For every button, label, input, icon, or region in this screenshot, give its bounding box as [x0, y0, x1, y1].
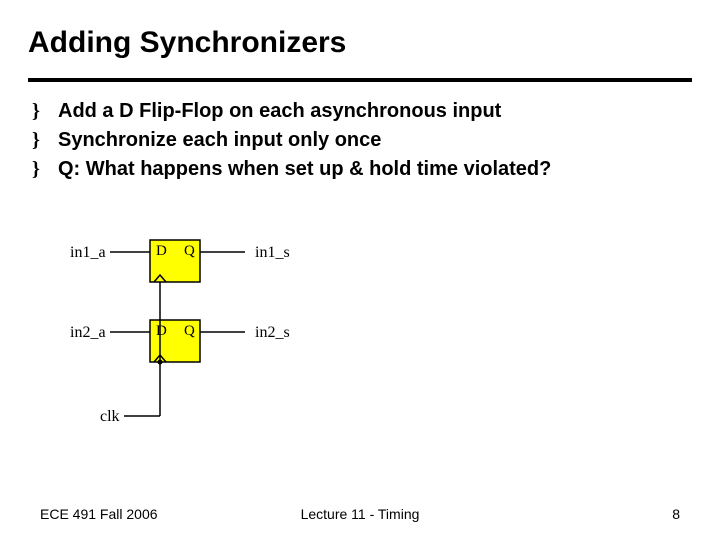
- bullet-marker: }: [32, 100, 58, 123]
- slide: Adding Synchronizers } Add a D Flip-Flop…: [0, 0, 720, 540]
- title-rule: [28, 78, 692, 82]
- signal-label-in1s: in1_s: [255, 244, 290, 262]
- page-title: Adding Synchronizers: [28, 26, 346, 60]
- bullet-marker: }: [32, 158, 58, 181]
- signal-label-in1a: in1_a: [70, 244, 106, 262]
- bullet-text: Add a D Flip-Flop on each asynchronous i…: [58, 100, 682, 123]
- bullet-text: Synchronize each input only once: [58, 129, 682, 152]
- bullet-marker: }: [32, 129, 58, 152]
- bullet-item: } Add a D Flip-Flop on each asynchronous…: [32, 100, 682, 123]
- ff-q-label: Q: [184, 323, 195, 339]
- synchronizer-diagram: D Q D Q in1_a in1_s in2_a in2_s clk: [70, 230, 470, 460]
- diagram-svg: D Q D Q: [70, 230, 470, 460]
- signal-label-in2s: in2_s: [255, 324, 290, 342]
- ff-d-label: D: [156, 243, 167, 259]
- ff-q-label: Q: [184, 243, 195, 259]
- bullet-text: Q: What happens when set up & hold time …: [58, 158, 682, 181]
- ff-d-label: D: [156, 323, 167, 339]
- footer-center: Lecture 11 - Timing: [0, 506, 720, 522]
- bullet-list: } Add a D Flip-Flop on each asynchronous…: [32, 100, 682, 187]
- bullet-item: } Synchronize each input only once: [32, 129, 682, 152]
- signal-label-clk: clk: [100, 408, 120, 426]
- junction-dot: [158, 360, 163, 365]
- page-number: 8: [672, 506, 680, 522]
- signal-label-in2a: in2_a: [70, 324, 106, 342]
- bullet-item: } Q: What happens when set up & hold tim…: [32, 158, 682, 181]
